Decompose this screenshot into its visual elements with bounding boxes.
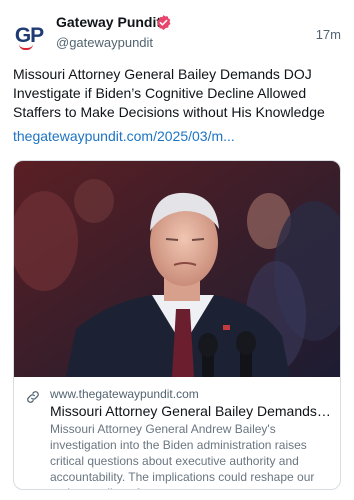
author-display-name[interactable]: Gateway Pundit: [56, 14, 161, 30]
avatar-logo-text: GP: [14, 23, 44, 47]
post-link[interactable]: thegatewaypundit.com/2025/03/m...: [13, 128, 235, 144]
author-handle[interactable]: @gatewaypundit: [56, 35, 153, 50]
verified-badge-icon: [157, 15, 171, 30]
card-description: Missouri Attorney General Andrew Bailey'…: [50, 422, 315, 489]
card-domain: www.thegatewaypundit.com: [50, 387, 199, 401]
logo-swoosh: [19, 44, 33, 50]
avatar[interactable]: GP: [13, 19, 45, 51]
link-preview-card[interactable]: www.thegatewaypundit.com Missouri Attorn…: [13, 160, 341, 490]
post-timestamp[interactable]: 17m: [316, 27, 341, 42]
card-title[interactable]: Missouri Attorney General Bailey Demands…: [50, 403, 332, 419]
post-text: Missouri Attorney General Bailey Demands…: [13, 66, 325, 120]
link-icon: [27, 391, 39, 403]
card-footer[interactable]: www.thegatewaypundit.com Missouri Attorn…: [14, 377, 340, 489]
post[interactable]: GP Gateway Pundit @gatewaypundit 17m Mis…: [0, 0, 354, 500]
card-image[interactable]: [14, 161, 340, 377]
